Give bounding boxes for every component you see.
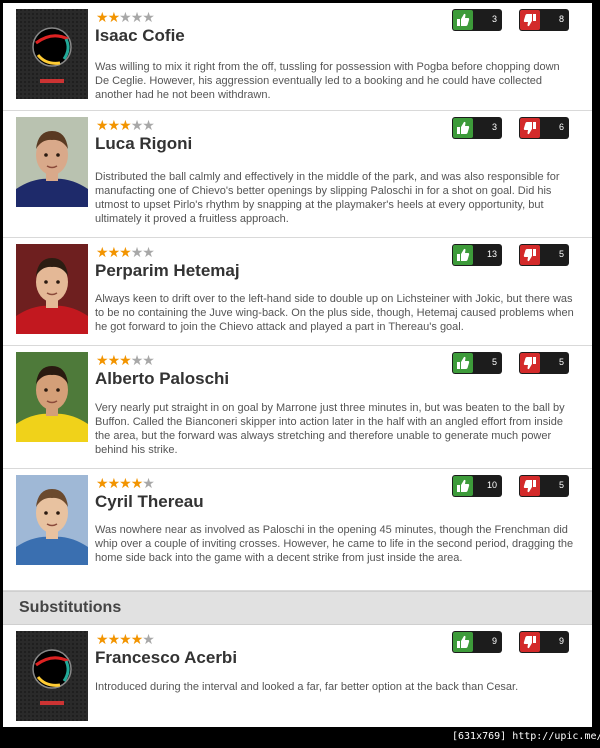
thumbs-up-icon	[453, 353, 473, 373]
player-review-text: Introduced during the interval and looke…	[95, 681, 519, 693]
player-rating-row: ★★★★★ Isaac Cofie 3 8 Was willing to mix it …	[3, 3, 592, 111]
like-button[interactable]: 5	[452, 352, 502, 374]
player-rating-row: ★★★★★ Luca Rigoni 3 6 Distributed the ball c…	[3, 111, 592, 238]
player-rating-row: ★★★★★ Francesco Acerbi 9 9 Introduced during…	[3, 625, 592, 727]
dislike-button[interactable]: 9	[519, 631, 569, 653]
player-review-text: Always keen to drift over to the left-ha…	[95, 293, 574, 333]
thumbs-down-icon	[520, 632, 540, 652]
star-rating: ★★★★★	[96, 631, 155, 647]
dislike-count: 8	[558, 14, 564, 24]
thumbs-up-icon	[453, 245, 473, 265]
star-empty-icon: ★	[142, 631, 155, 647]
thumbs-up-icon	[453, 476, 473, 496]
player-photo	[16, 352, 88, 442]
ratings-panel: ★★★★★ Isaac Cofie 3 8 Was willing to mix it …	[3, 3, 592, 727]
like-button[interactable]: 3	[452, 9, 502, 31]
dislike-button[interactable]: 5	[519, 352, 569, 374]
like-button[interactable]: 3	[452, 117, 502, 139]
star-rating: ★★★★★	[96, 352, 155, 368]
dislike-count: 9	[558, 636, 564, 646]
player-photo	[16, 117, 88, 207]
thumbs-down-icon	[520, 118, 540, 138]
player-rating-row: ★★★★★ Perparim Hetemaj 13 5 Always keen to d…	[3, 238, 592, 346]
like-count: 13	[486, 249, 497, 259]
like-count: 3	[491, 14, 497, 24]
player-name: Alberto Paloschi	[95, 369, 230, 388]
thumbs-up-icon	[453, 118, 473, 138]
like-count: 9	[491, 636, 497, 646]
star-empty-icon: ★	[142, 475, 155, 491]
section-title: Substitutions	[19, 599, 122, 616]
image-host-footer: [631x769] http://upic.me/	[452, 731, 600, 742]
player-name: Francesco Acerbi	[95, 648, 238, 667]
player-rating-row: ★★★★★ Alberto Paloschi 5 5 Very nearly put s…	[3, 346, 592, 469]
player-name: Cyril Thereau	[95, 492, 204, 511]
player-name: Luca Rigoni	[95, 134, 193, 153]
like-button[interactable]: 10	[452, 475, 502, 497]
thumbs-up-icon	[453, 10, 473, 30]
dislike-count: 5	[558, 357, 564, 367]
player-rating-row: ★★★★★ Cyril Thereau 10 5 Was nowhere near as…	[3, 469, 592, 591]
player-review-text: Was nowhere near as involved as Paloschi…	[95, 524, 574, 564]
player-name: Isaac Cofie	[95, 26, 185, 45]
like-count: 10	[486, 480, 497, 490]
star-empty-icon: ★	[142, 117, 155, 133]
thumbs-down-icon	[520, 245, 540, 265]
player-review-text: Was willing to mix it right from the off…	[95, 61, 560, 101]
player-photo	[16, 475, 88, 565]
thumbs-down-icon	[520, 353, 540, 373]
dislike-button[interactable]: 5	[519, 244, 569, 266]
thumbs-up-icon	[453, 632, 473, 652]
star-empty-icon: ★	[142, 352, 155, 368]
player-review-text: Very nearly put straight in on goal by M…	[95, 402, 565, 456]
like-button[interactable]: 13	[452, 244, 502, 266]
substitutions-header: Substitutions	[3, 591, 592, 625]
star-rating: ★★★★★	[96, 117, 155, 133]
star-empty-icon: ★	[142, 9, 155, 25]
star-rating: ★★★★★	[96, 475, 155, 491]
like-count: 3	[491, 122, 497, 132]
player-name: Perparim Hetemaj	[95, 261, 240, 280]
like-button[interactable]: 9	[452, 631, 502, 653]
like-count: 5	[491, 357, 497, 367]
player-photo	[16, 244, 88, 334]
dislike-button[interactable]: 8	[519, 9, 569, 31]
player-review-text: Distributed the ball calmly and effectiv…	[95, 171, 560, 225]
dislike-count: 5	[558, 480, 564, 490]
star-rating: ★★★★★	[96, 244, 155, 260]
placeholder-logo-image	[16, 9, 88, 99]
dislike-button[interactable]: 6	[519, 117, 569, 139]
placeholder-logo-image	[16, 631, 88, 721]
star-rating: ★★★★★	[96, 9, 155, 25]
thumbs-down-icon	[520, 476, 540, 496]
dislike-button[interactable]: 5	[519, 475, 569, 497]
dislike-count: 6	[558, 122, 564, 132]
star-empty-icon: ★	[142, 244, 155, 260]
thumbs-down-icon	[520, 10, 540, 30]
dislike-count: 5	[558, 249, 564, 259]
